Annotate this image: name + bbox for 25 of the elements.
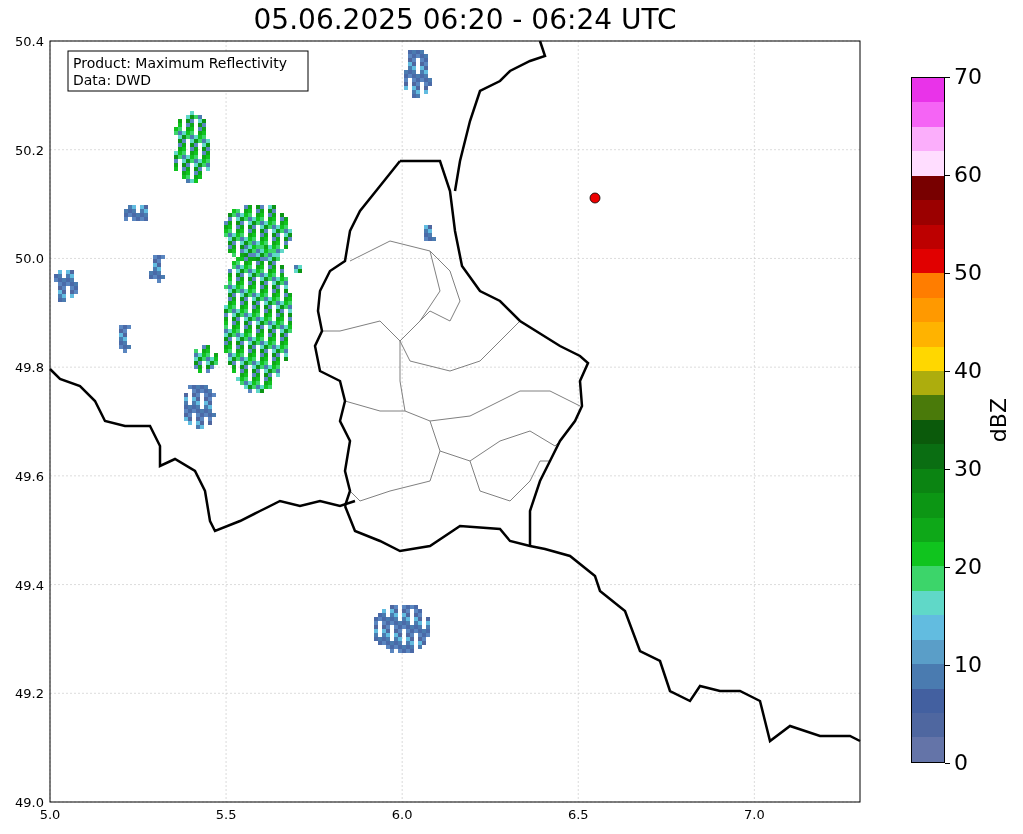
colorbar-tick-label: 30 (945, 456, 982, 482)
x-tick-label: 5.5 (215, 807, 237, 822)
colorbar-tick-label: 50 (945, 260, 982, 286)
x-tick-label: 6.5 (567, 807, 589, 822)
colorbar-tick-label: 60 (945, 162, 982, 188)
colorbar-tick-label: 20 (945, 554, 982, 580)
y-tick-label: 49.2 (15, 686, 44, 702)
x-tick-label: 7.0 (744, 807, 765, 822)
colorbar-label: dBZ (986, 397, 1011, 443)
x-tick-label: 5.0 (39, 807, 61, 822)
y-tick-label: 49.4 (15, 577, 44, 593)
y-tick-label: 50.0 (15, 251, 44, 267)
colorbar-tick-label: 10 (945, 652, 982, 678)
location-marker (589, 192, 601, 204)
y-tick-label: 49.0 (15, 795, 44, 810)
y-tick-label: 50.2 (15, 142, 44, 158)
info-box: Product: Maximum Reflectivity Data: DWD (67, 50, 309, 92)
x-tick-label: 6.0 (391, 807, 413, 822)
chart-title: 05.06.2025 06:20 - 06:24 UTC (252, 2, 678, 32)
colorbar-tick-label: 40 (945, 358, 982, 384)
y-tick-label: 49.6 (15, 468, 44, 484)
y-tick-label: 49.8 (15, 360, 44, 376)
y-tick-label: 50.4 (15, 34, 44, 49)
colorbar-tick-label: 70 (945, 64, 982, 90)
colorbar-tick-label: 0 (945, 750, 982, 776)
